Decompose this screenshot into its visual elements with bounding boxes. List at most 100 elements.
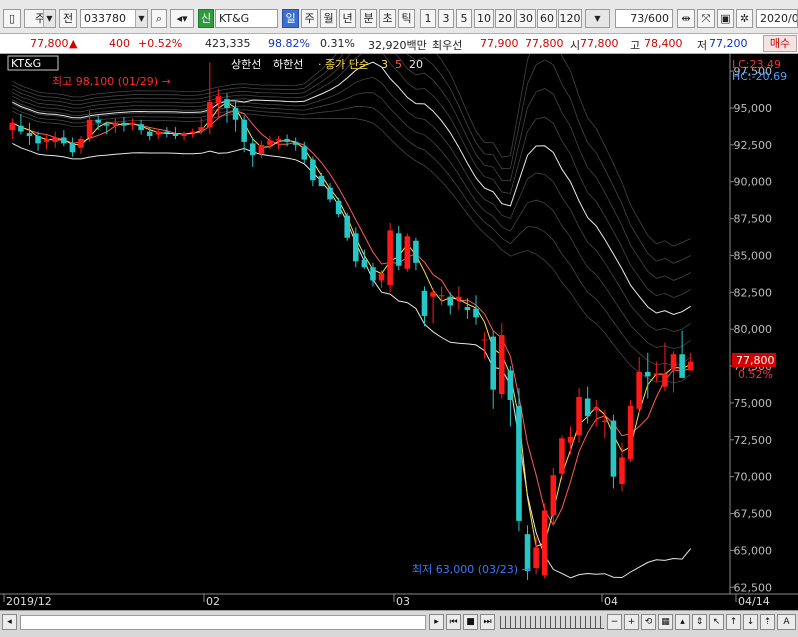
zoom-icon[interactable]: ⇹ <box>677 9 695 28</box>
search-icon[interactable]: ⌕ <box>151 9 167 28</box>
period-dropdown[interactable]: 주 ▼ <box>24 9 56 28</box>
all-button[interactable]: 전 <box>59 9 77 28</box>
candle-body <box>121 122 127 126</box>
tab-tick[interactable]: 틱 <box>398 9 415 28</box>
stock-code-value: 033780 <box>84 12 126 25</box>
candle-body <box>516 405 522 521</box>
tab-week[interactable]: 주 <box>301 9 318 28</box>
chart-svg: 97,50095,00092,50090,00087,50085,00082,5… <box>0 54 798 608</box>
date-field[interactable]: 2020/04 <box>756 9 798 28</box>
stock-badge: 신 <box>198 9 214 28</box>
low-price: 77,200 <box>709 37 748 50</box>
stock-name-field[interactable]: KT&G <box>215 9 278 28</box>
chevron-down-icon: ▼ <box>43 10 55 27</box>
quote-bar: 77,800 ▲ 400 +0.52% 423,335 98.82% 0.31%… <box>0 34 798 54</box>
candle-body <box>413 240 419 263</box>
candle-body <box>181 133 187 137</box>
candle-body <box>653 373 660 375</box>
tab-month[interactable]: 월 <box>320 9 337 28</box>
candle-body <box>456 296 462 300</box>
price-tick-label: 62,500 <box>734 581 773 594</box>
legend-lower-band: 하한선 <box>273 57 303 71</box>
candle-body <box>52 137 59 142</box>
candle-body <box>267 140 273 145</box>
scroll-track[interactable] <box>20 615 426 630</box>
price-tick-label: 67,500 <box>734 508 773 521</box>
first-page-icon[interactable]: ⏮ <box>446 614 461 630</box>
last-page-icon[interactable]: ⏭ <box>480 614 495 630</box>
fan-line <box>12 110 691 384</box>
tab-day[interactable]: 일 <box>282 9 299 28</box>
tool-icon[interactable]: ↖ <box>709 614 724 630</box>
scroll-right-icon[interactable]: ▸ <box>429 614 444 630</box>
best-bid: 77,800 <box>525 37 564 50</box>
price-tick-label: 85,000 <box>734 249 773 262</box>
zoom-slider[interactable] <box>500 616 604 629</box>
tab-year[interactable]: 년 <box>339 9 356 28</box>
candle-body <box>395 233 402 266</box>
candle-body <box>687 361 694 371</box>
tab-second[interactable]: 초 <box>379 9 396 28</box>
candle-body <box>35 136 41 144</box>
open-price: 77,800 <box>580 37 619 50</box>
sound-icon[interactable]: ◂▾ <box>170 9 194 28</box>
interval-30[interactable]: 30 <box>516 9 536 28</box>
tab-minute[interactable]: 분 <box>360 9 377 28</box>
upper-band-line <box>12 61 691 316</box>
candle-body <box>481 339 488 341</box>
auto-scale-button[interactable]: A <box>777 614 796 630</box>
candle-body <box>18 125 24 132</box>
chevron-down-icon: ▼ <box>135 10 147 27</box>
candle-body <box>584 398 591 417</box>
save-icon[interactable]: ▣ <box>717 9 734 28</box>
candle-body <box>224 99 230 108</box>
candle-body <box>95 119 101 123</box>
interval-3[interactable]: 3 <box>438 9 454 28</box>
interval-120[interactable]: 120 <box>558 9 582 28</box>
stop-icon[interactable]: ■ <box>463 614 478 630</box>
nav-up-icon[interactable]: ▴ <box>675 614 690 630</box>
price-tick-label: 82,500 <box>734 286 773 299</box>
time-tick-label: 2019/12 <box>6 595 52 608</box>
interval-60[interactable]: 60 <box>537 9 557 28</box>
high-price: 78,400 <box>644 37 683 50</box>
count-field[interactable]: 73/600 <box>615 9 673 28</box>
scale-down-icon[interactable]: ↓ <box>743 614 758 630</box>
pan-icon[interactable]: ⇡ <box>760 614 775 630</box>
expand-icon[interactable]: ⇕ <box>692 614 707 630</box>
candle-body <box>344 215 350 238</box>
stock-code-input[interactable]: 033780 ▼ <box>80 9 148 28</box>
candle-body <box>662 373 668 387</box>
chart-type-icon[interactable]: ▯ <box>3 9 21 28</box>
interval-5[interactable]: 5 <box>456 9 472 28</box>
candlestick-chart[interactable]: 97,500 95,000 92,500 90,000 87,500 85,000 82,5… <box>0 54 798 610</box>
interval-10[interactable]: 10 <box>474 9 494 28</box>
crosshair-icon[interactable]: ⤧ <box>697 9 715 28</box>
candle-body <box>679 354 685 378</box>
interval-1[interactable]: 1 <box>420 9 436 28</box>
max-annotation: 최고 98,100 (01/29) → <box>52 75 171 88</box>
candle-body <box>78 138 84 148</box>
chart-scrollbar[interactable]: ◂ ▸ ⏮ ■ ⏭ − + ⟲ ▦ ▴ ⇕ ↖ ↑ ↓ ⇡ A <box>0 610 798 637</box>
price-tick-label: 92,500 <box>734 139 773 152</box>
candle-body <box>241 119 247 142</box>
grid-icon[interactable]: ▦ <box>658 614 673 630</box>
gear-icon[interactable]: ✲ <box>736 9 753 28</box>
scale-up-icon[interactable]: ↑ <box>726 614 741 630</box>
price-tick-label: 75,000 <box>734 397 773 410</box>
reset-icon[interactable]: ⟲ <box>641 614 656 630</box>
price-tick-label: 70,000 <box>734 471 773 484</box>
candle-body <box>112 122 119 126</box>
scroll-left-icon[interactable]: ◂ <box>2 614 17 630</box>
zoom-out-icon[interactable]: − <box>607 614 622 630</box>
interval-dropdown[interactable]: ▼ <box>585 9 610 28</box>
candle-body <box>567 436 574 443</box>
legend-ma20: 20 <box>409 58 423 71</box>
candle-body <box>644 371 651 377</box>
min-annotation: 최저 63,000 (03/23) → <box>412 563 531 576</box>
candle-body <box>301 146 308 160</box>
zoom-in-icon[interactable]: + <box>624 614 639 630</box>
price-tick-label: 65,000 <box>734 544 773 557</box>
buy-button[interactable]: 매수 <box>763 35 797 52</box>
interval-20[interactable]: 20 <box>495 9 515 28</box>
